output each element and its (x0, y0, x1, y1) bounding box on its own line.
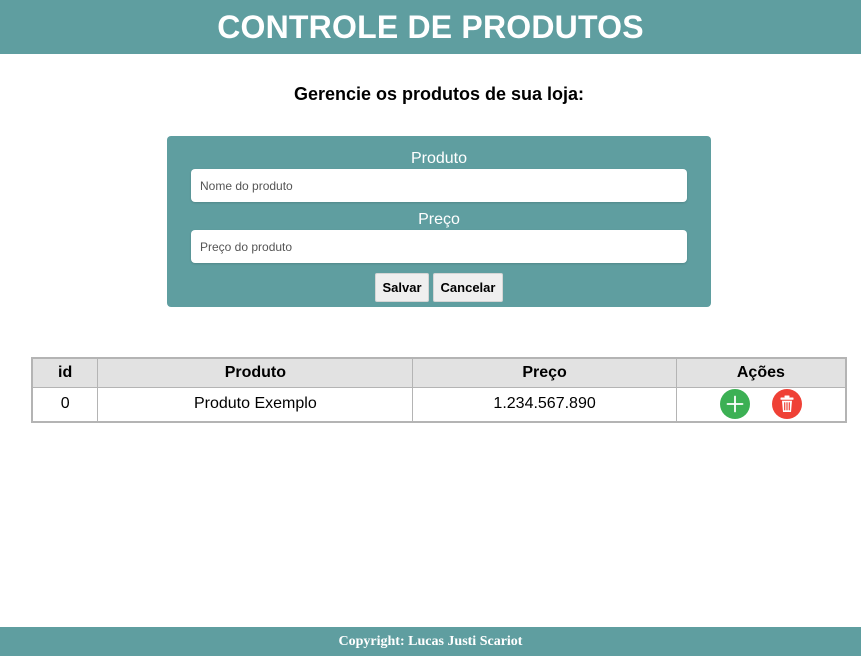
page-subtitle: Gerencie os produtos de sua loja: (293, 84, 585, 104)
cell-preco: 1.234.567.890 (412, 386, 677, 423)
product-name-input[interactable] (191, 169, 687, 202)
delete-button[interactable] (771, 389, 802, 420)
cell-produto: Produto Exemplo (97, 386, 414, 423)
row-actions (677, 389, 845, 420)
column-header-acoes: Ações (675, 357, 847, 388)
price-label: Preço (418, 211, 460, 228)
page: CONTROLE DE PRODUTOS Gerencie os produto… (0, 0, 861, 656)
copyright-text: Copyright: Lucas Justi Scariot (338, 633, 523, 649)
column-header-preco: Preço (412, 357, 677, 388)
page-title: CONTROLE DE PRODUTOS (217, 8, 644, 45)
save-button[interactable]: Salvar (375, 273, 429, 302)
plus-icon (726, 395, 744, 413)
table-row: 0 Produto Exemplo 1.234.567.890 (31, 386, 847, 423)
product-label: Produto (410, 150, 468, 167)
product-form: Produto Preço Salvar Cancelar (167, 136, 711, 307)
table-header-row: id Produto Preço Ações (31, 357, 847, 388)
cell-acoes (675, 386, 847, 423)
trash-icon (780, 395, 794, 413)
product-price-input[interactable] (191, 230, 687, 263)
add-button[interactable] (719, 389, 750, 420)
cell-id: 0 (31, 386, 99, 423)
cancel-button[interactable]: Cancelar (433, 273, 503, 302)
column-header-produto: Produto (97, 357, 414, 388)
products-table: id Produto Preço Ações 0 Produto Exemplo… (31, 357, 847, 423)
column-header-id: id (31, 357, 99, 388)
app-footer: Copyright: Lucas Justi Scariot (0, 627, 861, 656)
app-header: CONTROLE DE PRODUTOS (0, 0, 861, 54)
